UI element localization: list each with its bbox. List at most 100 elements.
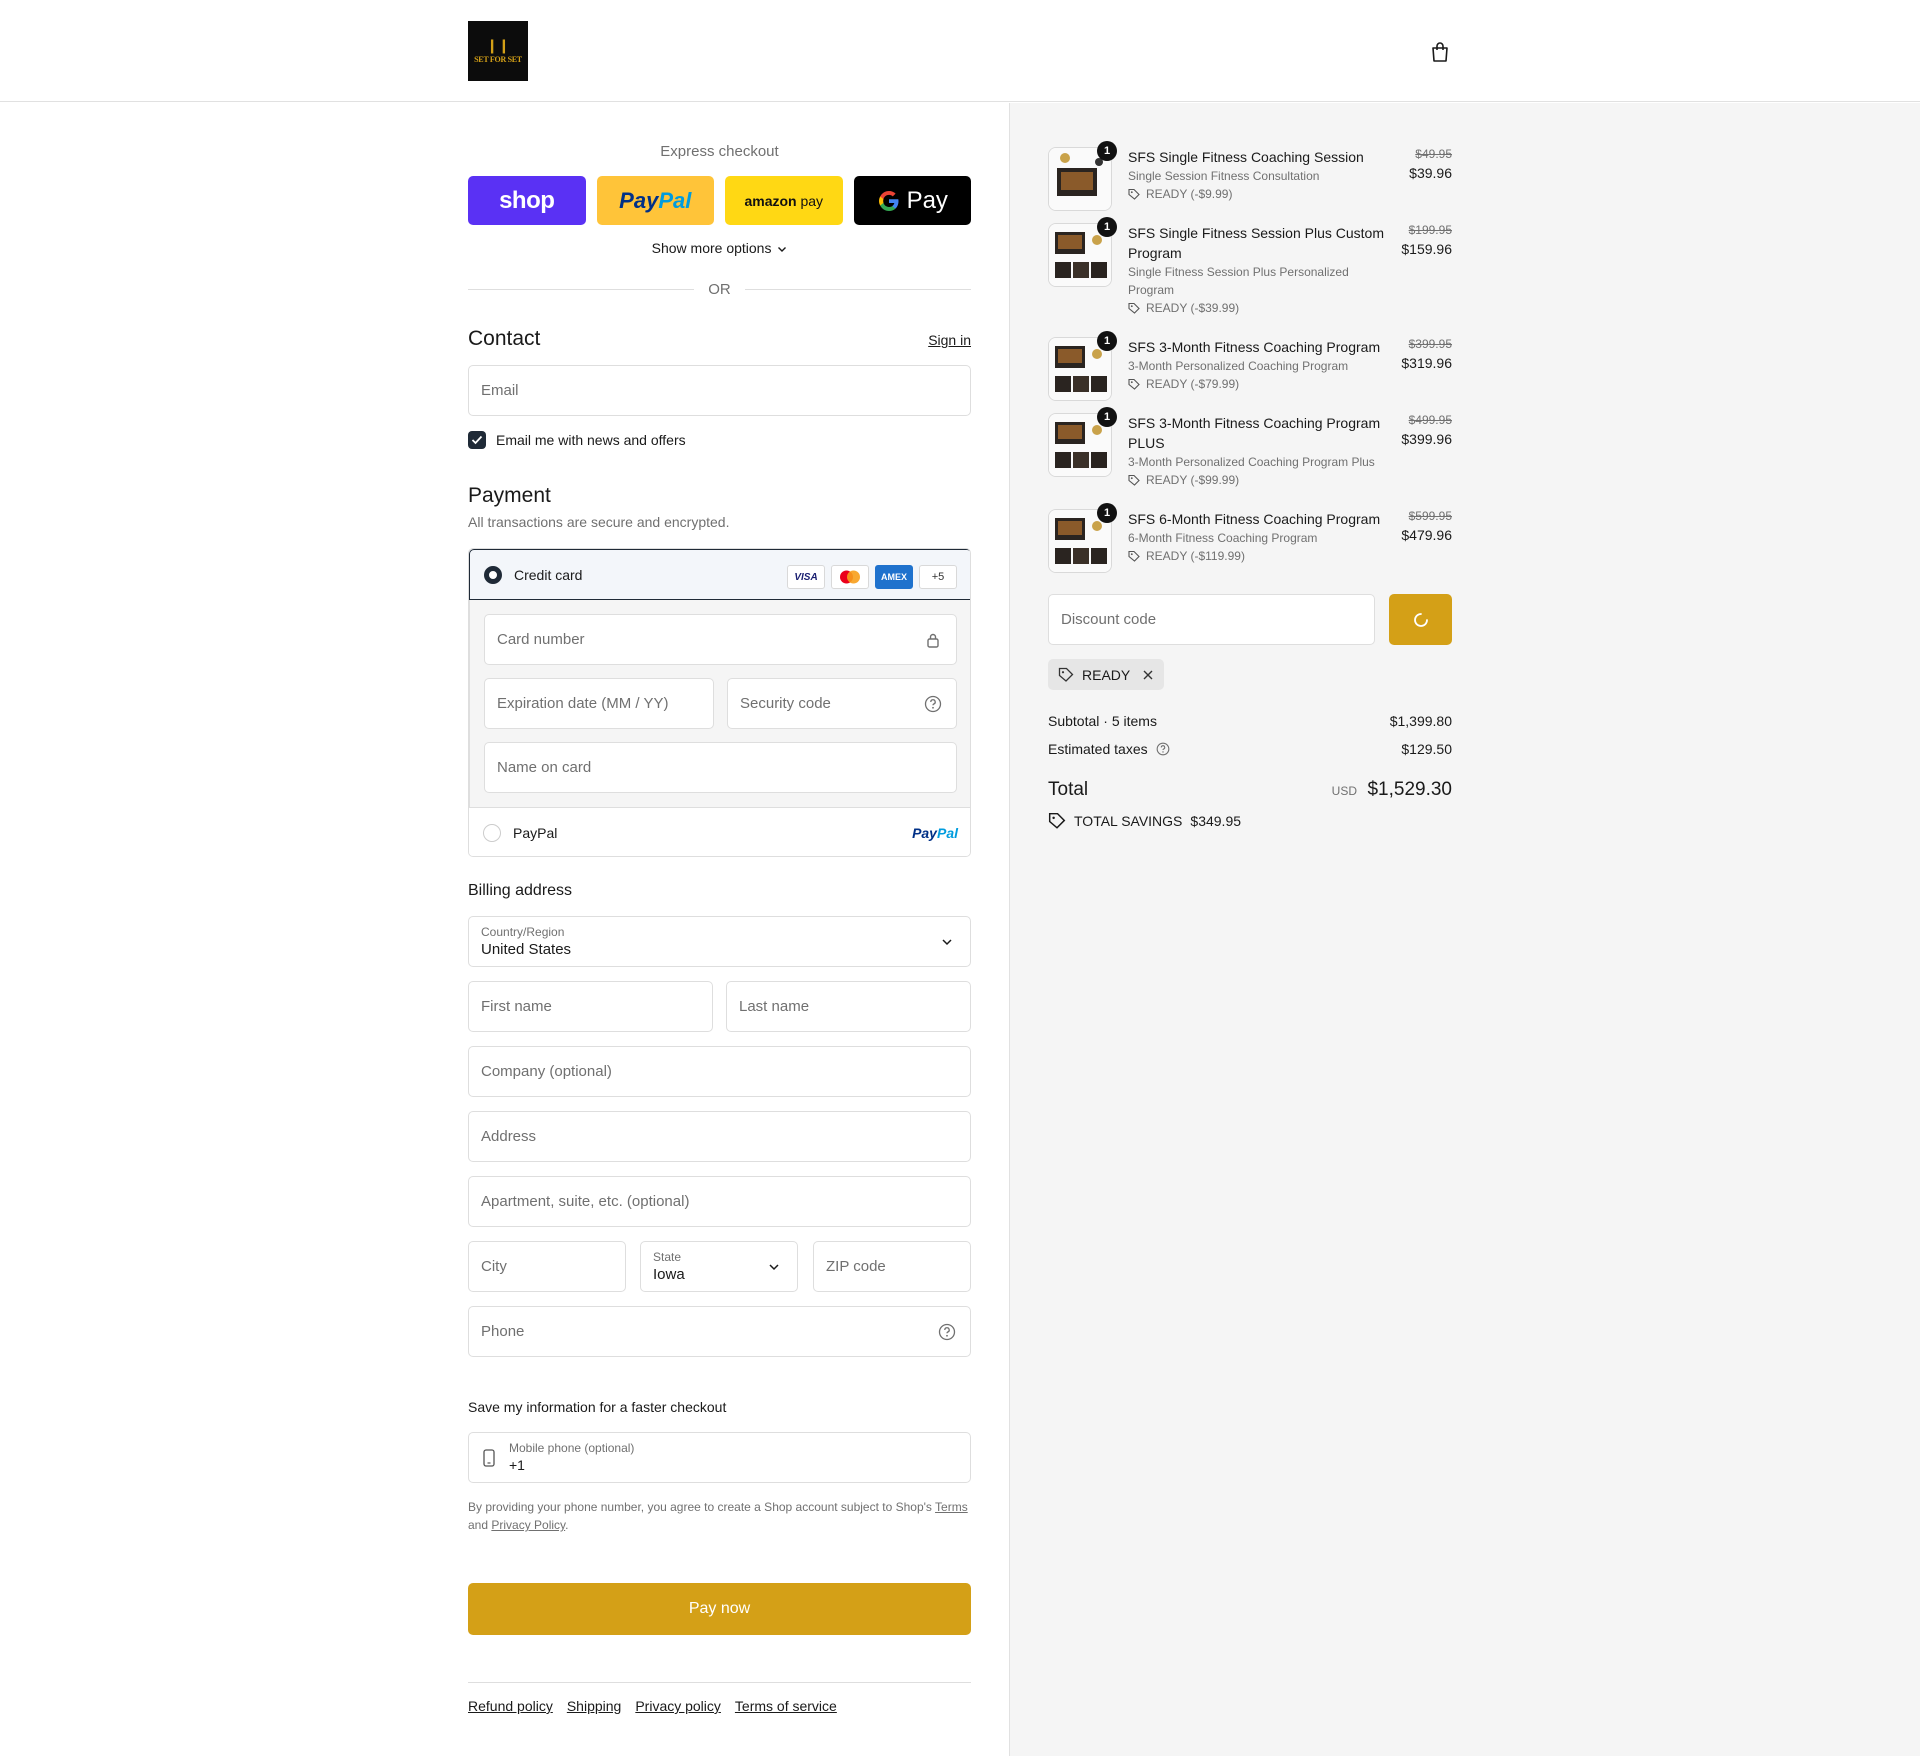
name-on-card-input[interactable] — [497, 743, 956, 792]
item-details: SFS 3-Month Fitness Coaching Program 3-M… — [1128, 337, 1388, 393]
item-discount: READY (-$9.99) — [1128, 185, 1388, 203]
item-subtitle: 3-Month Personalized Coaching Program Pl… — [1128, 455, 1375, 469]
state-select[interactable]: State Iowa — [640, 1241, 798, 1292]
item-original-price: $399.95 — [1408, 337, 1452, 351]
express-checkout-label: Express checkout — [660, 143, 779, 160]
company-field[interactable] — [468, 1046, 971, 1097]
privacy-policy-link[interactable]: Privacy policy — [635, 1698, 721, 1714]
state-label: State — [653, 1250, 682, 1264]
or-divider: OR — [468, 279, 971, 299]
item-discount: READY (-$79.99) — [1128, 375, 1388, 393]
total-value: $1,529.30 — [1367, 779, 1452, 800]
total-amount-group: USD $1,529.30 — [1332, 779, 1452, 801]
zip-code-input[interactable] — [826, 1242, 970, 1291]
mobile-phone-field[interactable]: Mobile phone (optional) +1 — [468, 1432, 971, 1483]
item-original-price: $49.95 — [1415, 147, 1452, 161]
cart-item: 1 SFS 3-Month Fitness Coaching Program P… — [1048, 407, 1452, 499]
card-number-input[interactable] — [497, 615, 956, 664]
help-icon[interactable] — [924, 695, 942, 713]
email-input[interactable] — [481, 366, 970, 415]
help-icon[interactable] — [1156, 742, 1170, 756]
item-discount-label: READY (-$99.99) — [1146, 473, 1240, 487]
last-name-input[interactable] — [739, 982, 970, 1031]
quantity-badge: 1 — [1097, 503, 1117, 523]
city-input[interactable] — [481, 1242, 625, 1291]
shipping-link[interactable]: Shipping — [567, 1698, 622, 1714]
apply-discount-button[interactable] — [1389, 594, 1452, 645]
tag-icon — [1058, 667, 1074, 682]
apartment-input[interactable] — [481, 1177, 970, 1226]
shop-pay-button[interactable]: shop — [468, 176, 586, 225]
total-savings: TOTAL SAVINGS $349.95 — [1048, 812, 1241, 830]
discount-code-input[interactable] — [1061, 611, 1374, 628]
first-name-field[interactable] — [468, 981, 713, 1032]
amazon-pay-button[interactable]: amazon pay — [725, 176, 843, 225]
city-field[interactable] — [468, 1241, 626, 1292]
cart-button[interactable] — [1426, 38, 1454, 66]
help-icon[interactable] — [938, 1323, 956, 1341]
apartment-field[interactable] — [468, 1176, 971, 1227]
credit-card-radio[interactable] — [484, 565, 502, 584]
item-price: $159.96 — [1401, 241, 1452, 257]
pay-now-button[interactable]: Pay now — [468, 1583, 971, 1635]
amex-icon: AMEX — [875, 565, 913, 589]
paypal-option[interactable]: PayPal PayPal — [469, 807, 970, 856]
refund-policy-link[interactable]: Refund policy — [468, 1698, 553, 1714]
terms-of-service-link[interactable]: Terms of service — [735, 1698, 837, 1714]
news-offers-checkbox-row[interactable]: Email me with news and offers — [468, 431, 686, 449]
paypal-logo: PayPal — [912, 825, 958, 841]
item-price: $399.96 — [1401, 431, 1452, 447]
item-subtitle: 6-Month Fitness Coaching Program — [1128, 531, 1318, 545]
first-name-input[interactable] — [481, 982, 712, 1031]
last-name-field[interactable] — [726, 981, 971, 1032]
credit-card-label: Credit card — [514, 566, 583, 583]
name-on-card-field[interactable] — [484, 742, 957, 793]
logo-mark-icon: ❙❙ — [486, 37, 510, 54]
taxes-label-group: Estimated taxes — [1048, 741, 1170, 757]
paypal-radio[interactable] — [483, 823, 501, 842]
tag-icon — [1128, 302, 1140, 314]
company-input[interactable] — [481, 1047, 970, 1096]
item-details: SFS Single Fitness Coaching Session Sing… — [1128, 147, 1388, 203]
item-discount: READY (-$39.99) — [1128, 299, 1388, 317]
tag-icon — [1128, 378, 1140, 390]
item-original-price: $599.95 — [1408, 509, 1452, 523]
paypal-express-button[interactable]: Pay Pal — [596, 176, 714, 225]
news-offers-checkbox[interactable] — [468, 431, 486, 449]
item-details: SFS 3-Month Fitness Coaching Program PLU… — [1128, 413, 1388, 489]
expiration-input[interactable] — [497, 679, 713, 728]
cart-item: 1 SFS 6-Month Fitness Coaching Program 6… — [1048, 503, 1452, 573]
item-details: SFS Single Fitness Session Plus Custom P… — [1128, 223, 1388, 317]
expiration-field[interactable] — [484, 678, 714, 729]
phone-field[interactable] — [468, 1306, 971, 1357]
discount-code-field[interactable] — [1048, 594, 1375, 645]
subtotal-value: $1,399.80 — [1389, 713, 1452, 729]
zip-code-field[interactable] — [813, 1241, 971, 1292]
sign-in-link[interactable]: Sign in — [928, 332, 971, 348]
footer-divider — [468, 1682, 971, 1683]
security-code-field[interactable] — [727, 678, 957, 729]
item-subtitle: 3-Month Personalized Coaching Program — [1128, 359, 1349, 373]
show-more-options-button[interactable]: Show more options — [468, 240, 971, 256]
paypal-logo-part-a: Pay — [619, 187, 659, 213]
address-input[interactable] — [481, 1112, 970, 1161]
taxes-row: Estimated taxes $129.50 — [1048, 741, 1452, 757]
credit-card-option[interactable]: Credit card VISA AMEX +5 — [469, 549, 970, 600]
address-field[interactable] — [468, 1111, 971, 1162]
close-icon[interactable] — [1142, 669, 1154, 681]
express-checkout-buttons: shop Pay Pal amazon pay Pay — [468, 176, 971, 225]
privacy-policy-link[interactable]: Privacy Policy — [491, 1518, 565, 1532]
email-field[interactable] — [468, 365, 971, 416]
amazon-pay-suffix: pay — [800, 192, 824, 209]
card-number-field[interactable] — [484, 614, 957, 665]
paypal-option-label: PayPal — [513, 824, 558, 841]
paypal-logo-part-b: Pal — [936, 824, 958, 841]
store-logo[interactable]: ❙❙ SET FOR SET — [468, 21, 528, 81]
google-pay-button[interactable]: Pay — [853, 176, 971, 225]
country-select[interactable]: Country/Region United States — [468, 916, 971, 967]
terms-link[interactable]: Terms — [935, 1500, 968, 1514]
shop-legal-text: By providing your phone number, you agre… — [468, 1498, 971, 1534]
chevron-down-icon — [938, 933, 956, 951]
total-label: Total — [1048, 779, 1089, 800]
phone-input[interactable] — [481, 1307, 970, 1356]
